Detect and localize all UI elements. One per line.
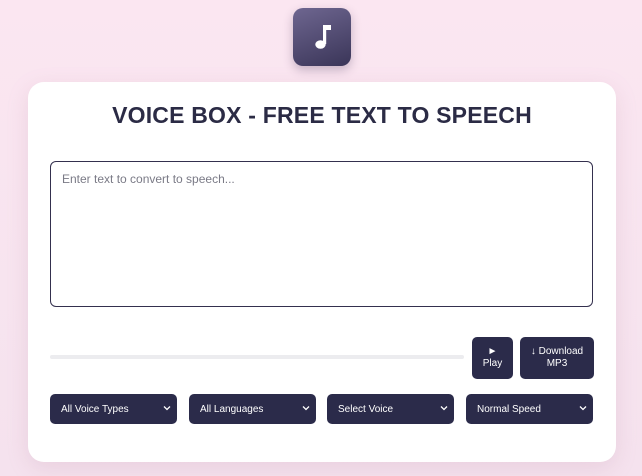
download-label-line1: ↓ Download: [530, 346, 584, 357]
language-value: All Languages: [200, 403, 264, 415]
download-mp3-button[interactable]: ↓ Download MP3: [520, 337, 594, 379]
play-icon: ►: [487, 346, 498, 357]
play-label: Play: [482, 358, 503, 369]
text-input[interactable]: [50, 161, 593, 307]
speed-value: Normal Speed: [477, 403, 541, 415]
speed-select[interactable]: Normal Speed: [466, 394, 593, 424]
main-card: VOICE BOX - FREE TEXT TO SPEECH ► Play ↓…: [28, 82, 616, 462]
page-title: VOICE BOX - FREE TEXT TO SPEECH: [112, 102, 532, 128]
chevron-down-icon: [440, 406, 448, 411]
app-logo: [293, 8, 351, 66]
music-note-icon: [315, 25, 331, 49]
chevron-down-icon: [579, 406, 587, 411]
voice-type-value: All Voice Types: [61, 403, 129, 415]
voice-value: Select Voice: [338, 403, 394, 415]
chevron-down-icon: [302, 406, 310, 411]
play-button[interactable]: ► Play: [472, 337, 513, 379]
chevron-down-icon: [163, 406, 171, 411]
language-select[interactable]: All Languages: [189, 394, 316, 424]
download-label-line2: MP3: [546, 358, 568, 369]
playback-progress-bar[interactable]: [50, 355, 464, 359]
voice-type-select[interactable]: All Voice Types: [50, 394, 177, 424]
voice-select[interactable]: Select Voice: [327, 394, 454, 424]
